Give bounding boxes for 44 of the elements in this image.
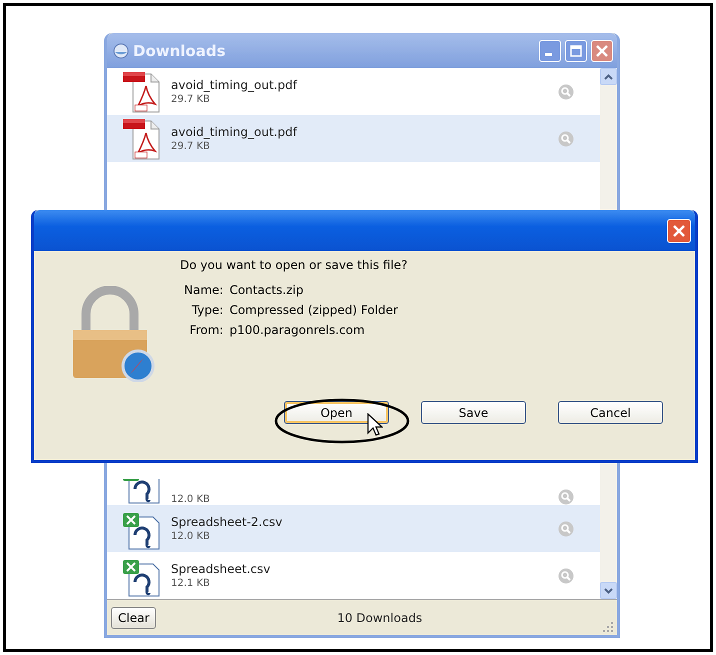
detail-value: Contacts.zip bbox=[229, 283, 304, 297]
download-count: 10 Downloads bbox=[336, 610, 424, 624]
download-item[interactable]: Spreadsheet-2.csv 12.0 KB bbox=[107, 505, 600, 552]
download-item[interactable]: avoid_timing_out.pdf 29.7 KB bbox=[107, 68, 600, 115]
file-size: 29.7 KB bbox=[171, 94, 211, 105]
magnifier-icon[interactable] bbox=[558, 568, 574, 584]
dialog-button[interactable]: Cancel bbox=[558, 401, 663, 424]
close-icon bbox=[596, 44, 608, 56]
maximize-icon bbox=[570, 44, 582, 56]
minimize-button[interactable] bbox=[539, 40, 561, 62]
detail-value: p100.paragonrels.com bbox=[229, 323, 366, 337]
magnifier-icon[interactable] bbox=[558, 489, 574, 505]
magnifier-icon[interactable] bbox=[558, 84, 574, 100]
magnifier-icon[interactable] bbox=[558, 130, 574, 146]
download-item[interactable]: Spreadsheet.csv 12.1 KB bbox=[107, 552, 600, 599]
download-item[interactable]: 12.0 KB bbox=[107, 479, 600, 505]
question-text: Do you want to open or save this file? bbox=[180, 258, 409, 272]
cursor-icon bbox=[367, 413, 383, 437]
file-size: 12.1 KB bbox=[171, 578, 211, 589]
globe-icon bbox=[113, 42, 129, 58]
dialog-button[interactable]: Save bbox=[421, 401, 526, 424]
file-size: 12.0 KB bbox=[171, 494, 211, 505]
scroll-up-button[interactable] bbox=[600, 68, 617, 85]
scroll-down-button[interactable] bbox=[600, 582, 617, 599]
file-size: 12.0 KB bbox=[171, 531, 211, 542]
close-icon bbox=[672, 224, 686, 238]
detail-label: Type: bbox=[190, 303, 224, 317]
maximize-button[interactable] bbox=[565, 40, 587, 62]
download-item[interactable]: avoid_timing_out.pdf 29.7 KB bbox=[107, 115, 600, 162]
magnifier-icon[interactable] bbox=[558, 520, 574, 536]
close-button[interactable] bbox=[667, 218, 691, 242]
detail-label: From: bbox=[188, 323, 224, 337]
clear-button[interactable]: Clear bbox=[111, 606, 156, 628]
file-name: Spreadsheet-2.csv bbox=[171, 515, 284, 529]
close-button[interactable] bbox=[591, 40, 613, 62]
resize-grip-icon[interactable] bbox=[603, 622, 613, 632]
file-name: avoid_timing_out.pdf bbox=[171, 125, 298, 139]
window-title: Downloads bbox=[133, 42, 227, 60]
detail-label: Name: bbox=[184, 283, 224, 297]
minimize-icon bbox=[545, 53, 552, 56]
file-size: 29.7 KB bbox=[171, 141, 211, 152]
file-name: avoid_timing_out.pdf bbox=[171, 78, 298, 92]
file-name: Spreadsheet.csv bbox=[171, 562, 272, 576]
detail-value: Compressed (zipped) Folder bbox=[229, 303, 398, 317]
